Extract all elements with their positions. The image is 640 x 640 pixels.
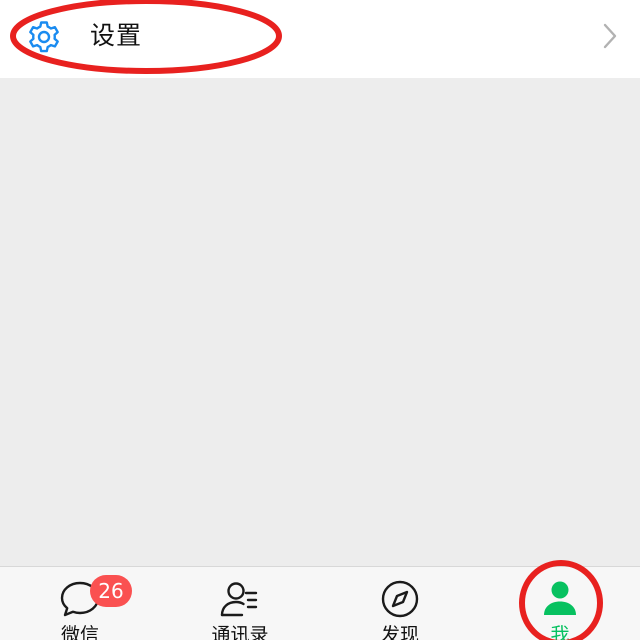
compass-icon (381, 580, 419, 618)
tab-label: 发现 (380, 624, 419, 640)
unread-badge: 26 (90, 575, 132, 607)
settings-row[interactable]: 设置 (0, 0, 640, 78)
tab-label: 微信 (60, 624, 99, 640)
app-screen: 设置 26 微信 通讯录 发现 我 (0, 0, 640, 640)
tab-discover[interactable]: 发现 (320, 567, 480, 640)
gear-icon (29, 21, 59, 53)
chevron-right-icon (603, 23, 617, 49)
person-icon (544, 581, 576, 615)
tab-label: 通讯录 (211, 624, 269, 640)
content-area (0, 78, 640, 566)
settings-label: 设置 (90, 21, 143, 50)
tab-me[interactable]: 我 (480, 567, 640, 640)
contacts-icon (220, 582, 258, 617)
bottom-tab-bar: 26 微信 通讯录 发现 我 (0, 566, 640, 640)
tab-label: 我 (550, 624, 570, 640)
tab-contacts[interactable]: 通讯录 (160, 567, 320, 640)
tab-chats[interactable]: 26 微信 (0, 567, 160, 640)
